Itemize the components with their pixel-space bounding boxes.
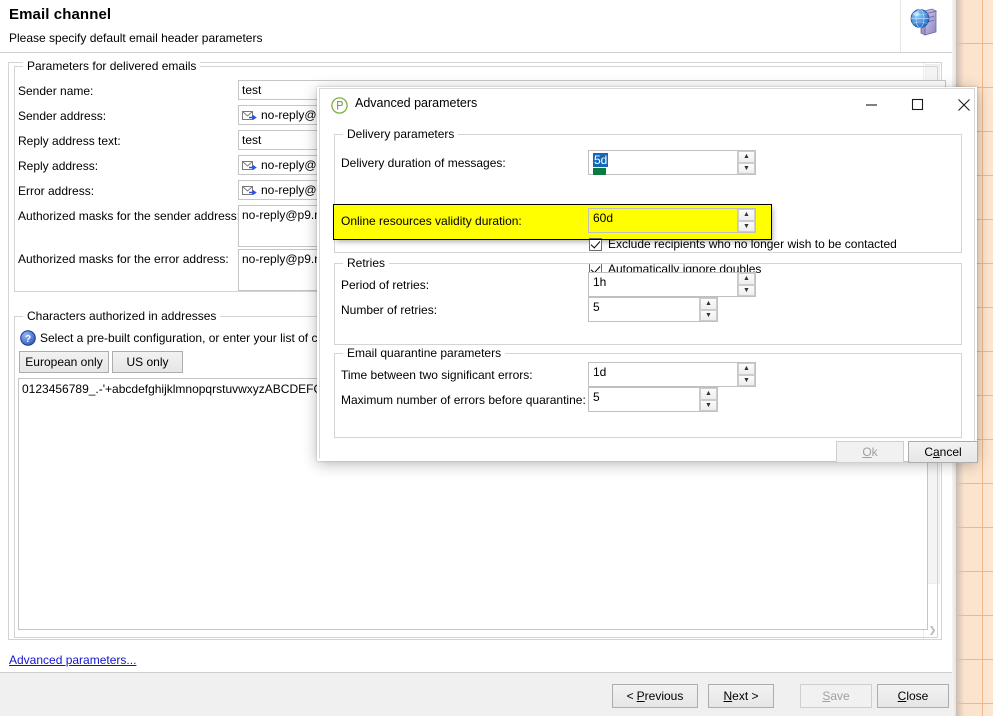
label-sender-address: Sender address: <box>18 109 107 123</box>
input-time-between-errors-value: 1d <box>593 365 607 379</box>
checkbox-exclude-recipients[interactable]: Exclude recipients who no longer wish to… <box>589 237 897 251</box>
header-divider <box>900 0 901 52</box>
spinner-down-icon[interactable]: ▼ <box>700 399 717 411</box>
dialog-body: Delivery parameters Delivery duration of… <box>320 121 978 463</box>
spinner-buttons[interactable]: ▲ ▼ <box>737 151 755 174</box>
spinner-down-icon[interactable]: ▼ <box>738 374 755 386</box>
label-authorized-masks-error: Authorized masks for the error address: <box>18 252 229 266</box>
spinner-up-icon[interactable]: ▲ <box>738 151 755 163</box>
spinner-up-icon[interactable]: ▲ <box>738 363 755 375</box>
european-only-button[interactable]: European only <box>19 351 109 373</box>
group-legend: Characters authorized in addresses <box>23 309 221 323</box>
spinner-up-icon[interactable]: ▲ <box>738 273 755 285</box>
maximize-icon[interactable] <box>894 89 940 120</box>
advanced-parameters-dialog: Advanced parameters Delivery parameters … <box>319 88 978 463</box>
help-question-icon: ? <box>20 330 36 346</box>
save-button: Save <box>800 684 872 708</box>
label-max-errors-before-quarantine: Maximum number of errors before quaranti… <box>341 393 586 407</box>
group-legend: Delivery parameters <box>343 127 459 141</box>
checkbox-box[interactable] <box>589 237 602 251</box>
input-delivery-duration-value: 5d <box>593 153 609 167</box>
input-time-between-errors[interactable]: 1d ▲ ▼ <box>588 362 756 387</box>
cancel-button[interactable]: Ca ncel <box>908 441 978 463</box>
mail-forward-icon <box>242 110 257 124</box>
input-online-resources-duration-value: 60d <box>593 211 614 225</box>
input-max-errors-before-quarantine-value: 5 <box>593 390 600 404</box>
spinner-buttons[interactable]: ▲ ▼ <box>737 209 755 232</box>
input-number-of-retries-value: 5 <box>593 300 600 314</box>
label-number-of-retries: Number of retries: <box>341 303 438 317</box>
label-error-address: Error address: <box>18 184 95 198</box>
minimize-icon[interactable] <box>848 89 894 120</box>
next-button[interactable]: Next > <box>708 684 774 708</box>
spinner-down-icon[interactable]: ▼ <box>738 220 755 232</box>
group-legend: Parameters for delivered emails <box>23 59 201 73</box>
spinner-buttons[interactable]: ▲ ▼ <box>699 298 717 321</box>
input-reply-address-value: no-reply@ <box>261 158 317 172</box>
group-legend: Retries <box>343 256 390 270</box>
spinner-up-icon[interactable]: ▲ <box>700 388 717 400</box>
label-reply-address-text: Reply address text: <box>18 134 121 148</box>
wizard-header: Email channel Please specify default ema… <box>0 0 952 52</box>
label-reply-address: Reply address: <box>18 159 99 173</box>
ok-button: Ok <box>836 441 904 463</box>
spinner-up-icon[interactable]: ▲ <box>738 209 755 221</box>
input-online-resources-duration[interactable]: 60d ▲ ▼ <box>588 208 756 233</box>
text-caret <box>593 168 606 175</box>
label-authorized-masks-sender: Authorized masks for the sender address: <box>18 209 241 223</box>
spinner-buttons[interactable]: ▲ ▼ <box>737 363 755 386</box>
input-max-errors-before-quarantine[interactable]: 5 ▲ ▼ <box>588 387 718 412</box>
dialog-title-bar[interactable]: Advanced parameters <box>320 89 974 121</box>
close-icon[interactable] <box>941 89 987 120</box>
close-button[interactable]: Close <box>877 684 949 708</box>
globe-server-icon <box>908 4 944 40</box>
spinner-down-icon[interactable]: ▼ <box>738 162 755 174</box>
mail-forward-icon <box>242 185 257 199</box>
input-number-of-retries[interactable]: 5 ▲ ▼ <box>588 297 718 322</box>
label-online-resources-duration: Online resources validity duration: <box>341 214 522 228</box>
spinner-down-icon[interactable]: ▼ <box>738 284 755 296</box>
page-title: Email channel <box>9 6 112 23</box>
input-sender-address-value: no-reply@ <box>261 108 317 122</box>
spinner-up-icon[interactable]: ▲ <box>700 298 717 310</box>
characters-hint: Select a pre-built configuration, or ent… <box>40 331 318 345</box>
label-period-of-retries: Period of retries: <box>341 278 430 292</box>
checkbox-label: Exclude recipients who no longer wish to… <box>608 237 897 251</box>
input-period-of-retries-value: 1h <box>593 275 607 289</box>
dialog-title: Advanced parameters <box>355 96 478 110</box>
page-subtitle: Please specify default email header para… <box>9 31 263 45</box>
label-sender-name: Sender name: <box>18 84 94 98</box>
input-error-address-value: no-reply@ <box>261 183 317 197</box>
header-rule <box>0 52 952 53</box>
spinner-down-icon[interactable]: ▼ <box>700 309 717 321</box>
screen: Email channel Please specify default ema… <box>0 0 993 716</box>
previous-button[interactable]: < Previous <box>612 684 698 708</box>
us-only-button[interactable]: US only <box>112 351 183 373</box>
svg-text:?: ? <box>25 334 31 345</box>
label-delivery-duration: Delivery duration of messages: <box>341 156 506 170</box>
input-period-of-retries[interactable]: 1h ▲ ▼ <box>588 272 756 297</box>
label-time-between-errors: Time between two significant errors: <box>341 368 533 382</box>
app-circle-p-icon <box>331 97 348 114</box>
spinner-buttons[interactable]: ▲ ▼ <box>737 273 755 296</box>
advanced-parameters-link[interactable]: Advanced parameters... <box>9 653 136 667</box>
spinner-buttons[interactable]: ▲ ▼ <box>699 388 717 411</box>
group-legend: Email quarantine parameters <box>343 346 506 360</box>
mail-forward-icon <box>242 160 257 174</box>
input-delivery-duration[interactable]: 5d ▲ ▼ <box>588 150 756 175</box>
